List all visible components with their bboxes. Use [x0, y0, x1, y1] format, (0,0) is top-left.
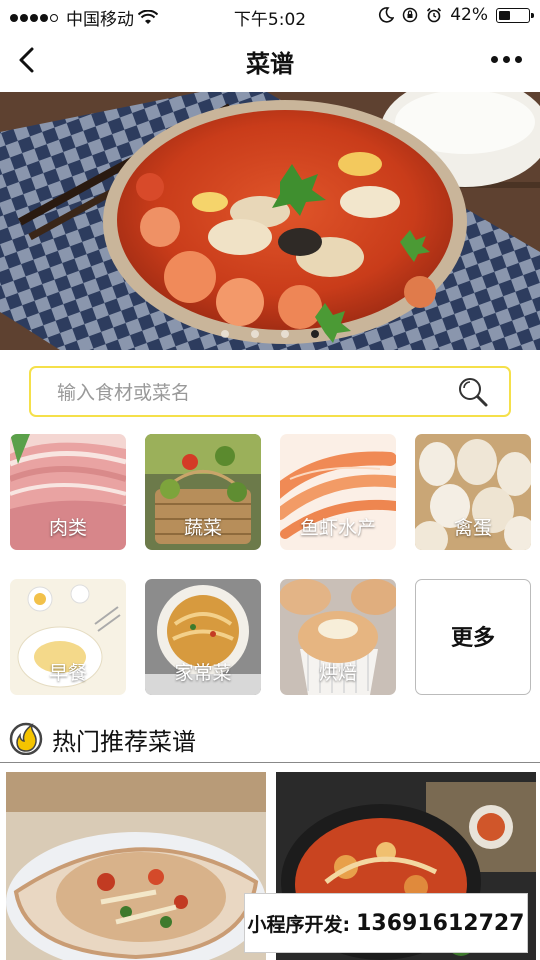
carousel-dot[interactable]	[221, 330, 229, 338]
alarm-icon	[427, 7, 442, 23]
category-label: 家常菜	[174, 662, 232, 684]
category-eggs[interactable]: 禽蛋	[415, 434, 531, 550]
carousel-dot[interactable]	[251, 330, 259, 338]
category-label: 肉类	[48, 517, 87, 539]
carousel-dot[interactable]	[311, 330, 319, 338]
battery-percent: 42%	[450, 5, 488, 25]
category-label: 鱼虾水产	[299, 517, 376, 539]
contact-label: 小程序开发:	[247, 913, 351, 936]
category-label: 蔬菜	[183, 517, 222, 539]
category-label: 早餐	[48, 662, 87, 684]
more-dots-icon	[491, 56, 498, 63]
carousel-dot[interactable]	[281, 330, 289, 338]
fire-icon	[9, 722, 43, 755]
search-input[interactable]	[55, 368, 439, 417]
moon-icon	[379, 7, 395, 23]
recipe-card[interactable]	[6, 772, 266, 960]
carousel-indicators	[0, 330, 540, 338]
page-title: 菜谱	[246, 50, 294, 78]
contact-phone: 13691612727	[356, 910, 525, 936]
status-bar: 中国移动 下午5:02 42%	[0, 0, 540, 30]
search-icon[interactable]	[457, 376, 489, 408]
developer-contact-banner: 小程序开发: 13691612727	[244, 893, 528, 953]
category-baking[interactable]: 烘焙	[280, 579, 396, 695]
banner-image	[0, 92, 540, 350]
category-seafood[interactable]: 鱼虾水产	[280, 434, 396, 550]
category-home-cooking[interactable]: 家常菜	[145, 579, 261, 695]
category-more[interactable]: 更多	[415, 579, 531, 695]
search-box[interactable]	[29, 366, 511, 417]
rotation-lock-icon	[402, 7, 418, 23]
category-vegetables[interactable]: 蔬菜	[145, 434, 261, 550]
battery-level-fill	[499, 10, 510, 20]
category-breakfast[interactable]: 早餐	[10, 579, 126, 695]
banner-carousel[interactable]	[0, 92, 540, 350]
category-meat[interactable]: 肉类	[10, 434, 126, 550]
status-right: 42%	[378, 5, 534, 25]
category-label: 更多	[450, 626, 495, 651]
recipe-image	[6, 772, 266, 960]
more-button[interactable]	[491, 56, 522, 63]
section-title: 热门推荐菜谱	[52, 728, 196, 756]
battery-icon	[496, 7, 534, 23]
category-label: 禽蛋	[453, 517, 492, 539]
category-label: 烘焙	[318, 662, 357, 684]
section-header: 热门推荐菜谱	[0, 712, 540, 763]
nav-bar: 菜谱	[0, 30, 540, 90]
